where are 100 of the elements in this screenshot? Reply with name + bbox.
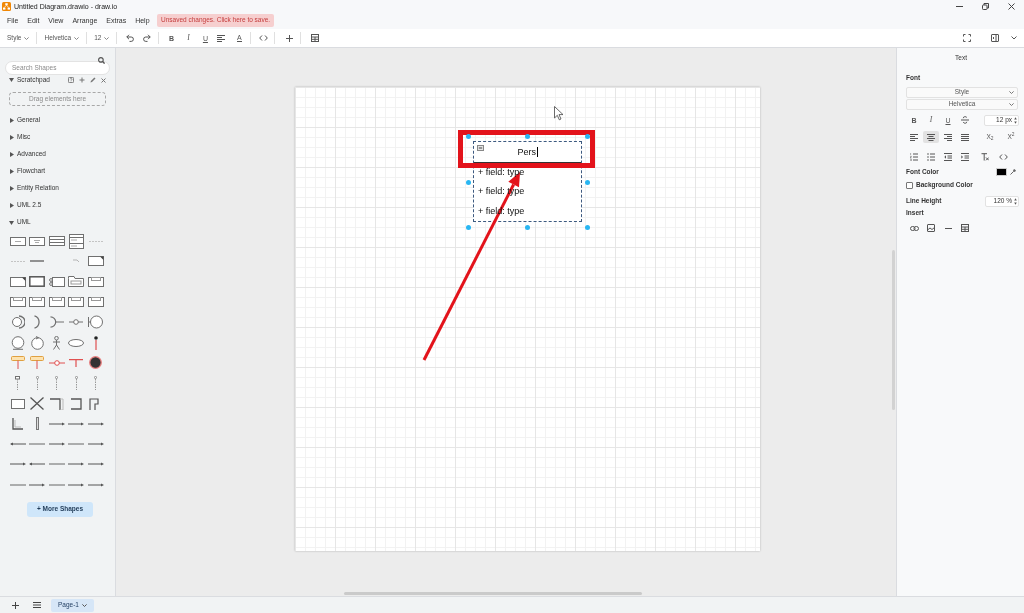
close-button[interactable] <box>101 77 106 83</box>
arc-icon[interactable] <box>34 315 41 330</box>
resize-handle[interactable] <box>524 224 530 230</box>
rectangle-icon[interactable] <box>29 297 46 308</box>
rectangle-icon[interactable] <box>9 297 26 308</box>
clear-formatting-icon <box>981 153 989 161</box>
plus-icon <box>12 601 19 609</box>
eyedropper-button[interactable] <box>1010 169 1016 175</box>
rectangle-icon[interactable] <box>68 297 85 308</box>
link-icon <box>909 225 919 231</box>
align-left-icon <box>217 34 226 42</box>
arrow-icon[interactable] <box>48 421 65 426</box>
arrow-icon[interactable] <box>29 482 46 487</box>
bracket-icon[interactable] <box>70 397 83 410</box>
ellipse-icon[interactable] <box>68 338 85 347</box>
fullscreen-icon <box>963 34 971 42</box>
resize-handle[interactable] <box>465 179 471 185</box>
arrow-icon[interactable] <box>29 462 46 467</box>
checkbox[interactable] <box>906 181 913 189</box>
dashed-line-icon[interactable] <box>35 376 39 391</box>
table-icon <box>961 224 969 232</box>
bracket-icon[interactable] <box>11 417 24 431</box>
arrow-icon[interactable] <box>9 462 26 467</box>
close-icon <box>101 77 106 83</box>
help-button[interactable] <box>68 77 74 83</box>
image-icon <box>927 224 935 232</box>
class-field: + field: type <box>478 168 525 178</box>
dashed-line-icon[interactable] <box>74 376 78 391</box>
bar-icon[interactable] <box>35 417 39 431</box>
font-color-swatch[interactable] <box>996 168 1007 176</box>
arrow-icon[interactable] <box>87 442 104 447</box>
line-icon[interactable] <box>30 260 45 263</box>
edit-button[interactable] <box>90 77 96 83</box>
cross-icon[interactable] <box>30 397 45 410</box>
eyedropper-icon <box>1010 169 1016 175</box>
note-icon[interactable] <box>87 256 104 267</box>
fullscreen-button[interactable] <box>960 31 974 45</box>
lollipop-icon[interactable] <box>48 359 65 366</box>
dashed-line-icon[interactable] <box>55 376 59 391</box>
align-left-icon <box>910 133 918 141</box>
rectangle-icon[interactable] <box>10 398 25 409</box>
arrow-icon[interactable] <box>87 421 104 426</box>
pages-menu-button[interactable] <box>31 599 42 611</box>
align-center-icon <box>927 133 935 141</box>
horizontal-rule-icon <box>944 227 952 229</box>
collapse-button[interactable] <box>477 145 484 151</box>
caret-icon <box>74 36 80 40</box>
resize-handle[interactable] <box>465 224 471 230</box>
resize-handle[interactable] <box>524 133 530 139</box>
chevron-down-icon <box>1011 36 1017 40</box>
note-icon[interactable] <box>9 276 26 287</box>
arrow-icon[interactable] <box>9 442 26 447</box>
resize-handle[interactable] <box>465 133 471 139</box>
filled-circle-icon[interactable] <box>89 356 103 370</box>
arrow-icon[interactable] <box>68 421 85 426</box>
caret-icon <box>1009 103 1014 106</box>
add-page-button[interactable] <box>10 599 21 611</box>
rectangle-icon[interactable] <box>48 276 65 287</box>
caret-icon <box>1009 91 1014 94</box>
rectangle-icon[interactable] <box>87 297 104 308</box>
dot-line-icon[interactable] <box>93 335 98 350</box>
resize-handle[interactable] <box>584 224 590 230</box>
add-button[interactable] <box>79 77 85 83</box>
table-icon[interactable] <box>68 233 84 249</box>
folder-icon[interactable] <box>68 276 85 288</box>
rectangle-icon[interactable] <box>87 276 104 287</box>
pencil-icon <box>90 77 96 83</box>
bulleted-list-icon <box>927 153 935 161</box>
lifeline-icon[interactable] <box>15 376 21 391</box>
caret-icon <box>104 36 110 40</box>
table-icon[interactable] <box>48 236 65 247</box>
restore-icon <box>981 2 989 10</box>
stick-figure-icon[interactable] <box>52 335 62 350</box>
arrow-icon[interactable] <box>87 482 104 487</box>
arc-line-icon[interactable] <box>49 316 64 329</box>
t-bar-icon[interactable] <box>69 358 84 367</box>
arrow-icon[interactable] <box>48 442 65 447</box>
code-icon <box>998 154 1008 160</box>
rectangle-icon[interactable] <box>48 297 65 308</box>
rectangle-icon[interactable] <box>29 276 46 288</box>
format-panel-toggle[interactable] <box>988 31 1002 45</box>
plus-icon <box>285 34 293 42</box>
circle-icon[interactable] <box>10 335 25 350</box>
spinner-arrows-icon <box>1014 197 1017 205</box>
close-icon <box>1007 2 1015 10</box>
code-icon <box>258 35 268 41</box>
plus-icon <box>79 77 85 83</box>
align-center-button[interactable] <box>923 131 939 143</box>
arrow-icon[interactable] <box>68 482 85 487</box>
resize-handle[interactable] <box>584 133 590 139</box>
rectangle-icon[interactable] <box>9 236 26 246</box>
circle-icon[interactable] <box>10 315 25 330</box>
arrow-icon[interactable] <box>87 462 104 467</box>
html-button[interactable] <box>996 151 1010 163</box>
rectangle-icon[interactable] <box>29 236 46 246</box>
arrow-icon[interactable] <box>68 462 85 467</box>
resize-handle[interactable] <box>584 179 590 185</box>
dashed-line-icon[interactable] <box>94 376 98 391</box>
lollipop-icon[interactable] <box>69 319 84 326</box>
bracket-icon[interactable] <box>49 397 64 410</box>
